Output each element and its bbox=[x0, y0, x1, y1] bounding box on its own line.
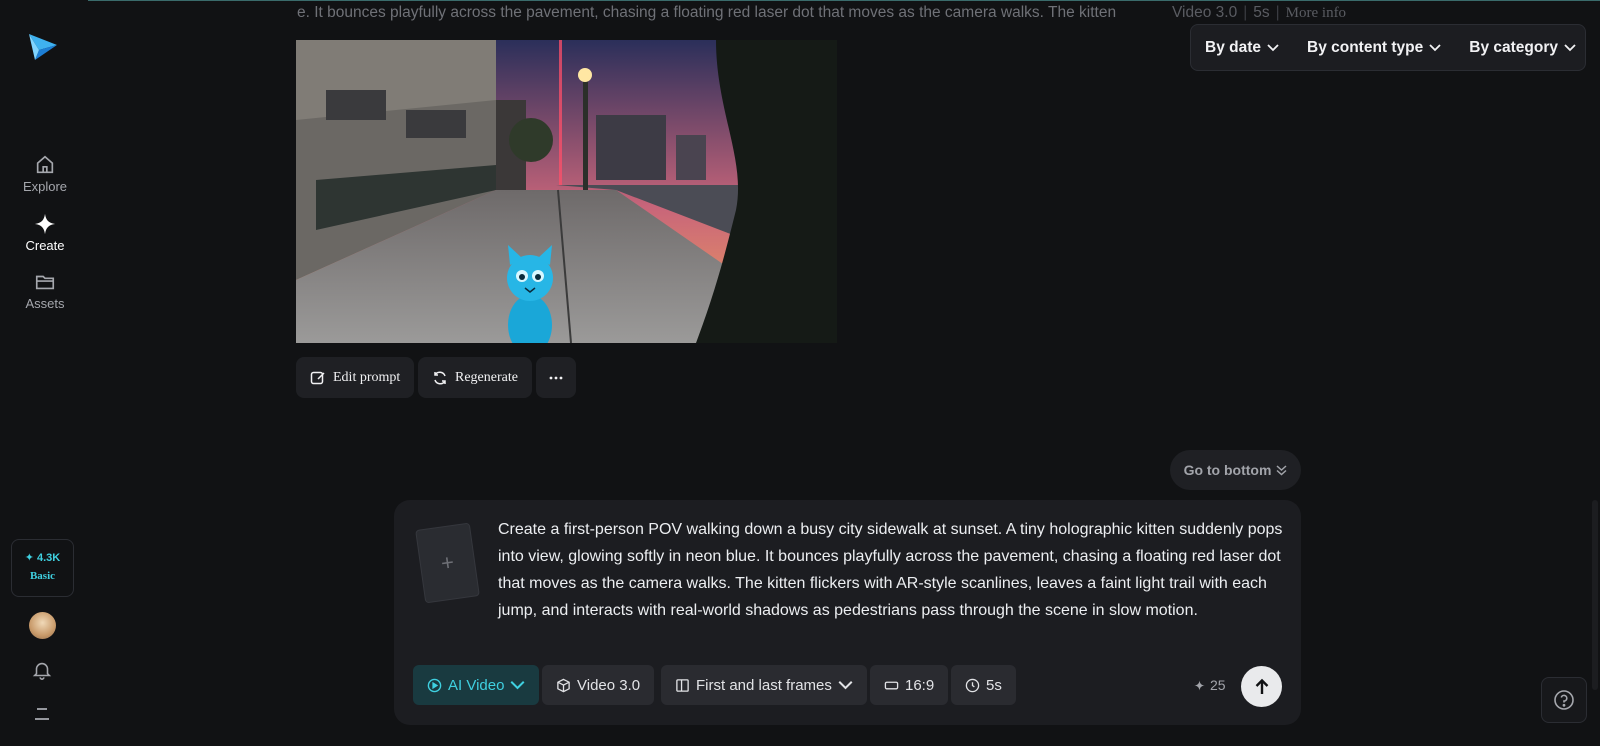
filter-by-content-type[interactable]: By content type bbox=[1293, 39, 1455, 57]
ellipsis-icon bbox=[549, 376, 563, 379]
sidebar-item-assets[interactable]: Assets bbox=[8, 271, 82, 311]
meta-duration: 5s bbox=[1253, 4, 1270, 21]
chevron-down-icon bbox=[1429, 43, 1441, 51]
cube-icon bbox=[557, 678, 570, 692]
refresh-icon bbox=[434, 370, 446, 385]
send-button[interactable] bbox=[1241, 666, 1282, 707]
aspect-ratio-label: 16:9 bbox=[905, 676, 935, 694]
upload-frame-button[interactable]: + bbox=[415, 522, 480, 604]
avatar[interactable] bbox=[29, 612, 56, 639]
model-select[interactable]: Video 3.0 bbox=[542, 665, 655, 705]
ai-video-icon bbox=[427, 678, 442, 692]
arrow-up-icon bbox=[1255, 678, 1268, 694]
filter-bar: By date By content type By category bbox=[1190, 24, 1586, 71]
model-label: Video 3.0 bbox=[577, 676, 641, 694]
credit-cost: 25 bbox=[1194, 677, 1226, 693]
previous-prompt-meta: Video 3.0 | 5s | More info bbox=[1172, 4, 1347, 21]
menu-icon[interactable] bbox=[33, 706, 53, 722]
duration-label: 5s bbox=[986, 676, 1002, 694]
filter-by-date[interactable]: By date bbox=[1191, 39, 1293, 57]
top-border bbox=[0, 0, 1600, 1]
chevron-down-icon bbox=[1267, 43, 1279, 51]
frames-label: First and last frames bbox=[696, 676, 832, 694]
sidebar-item-label: Create bbox=[25, 238, 65, 253]
help-button[interactable] bbox=[1541, 677, 1587, 723]
video-frame bbox=[296, 40, 837, 343]
sidebar: Explore Create Assets ✦ 4.3K Basic bbox=[0, 0, 88, 746]
aspect-ratio-icon bbox=[884, 681, 899, 689]
chevron-down-icon bbox=[838, 680, 853, 689]
sidebar-item-create[interactable]: Create bbox=[8, 213, 82, 253]
filter-label: By content type bbox=[1307, 38, 1424, 56]
sidebar-item-explore[interactable]: Explore bbox=[8, 154, 82, 194]
edit-icon bbox=[310, 371, 325, 384]
home-icon bbox=[36, 155, 54, 174]
go-to-bottom-label: Go to bottom bbox=[1183, 462, 1272, 478]
meta-model: Video 3.0 bbox=[1172, 4, 1238, 21]
previous-prompt-text: e. It bounces playfully across the pavem… bbox=[297, 4, 1117, 21]
sparkle-icon bbox=[1194, 679, 1205, 691]
regenerate-button[interactable]: Regenerate bbox=[418, 357, 532, 398]
credits-amount: ✦ 4.3K bbox=[24, 552, 61, 564]
double-chevron-down-icon bbox=[1276, 464, 1287, 476]
chevron-down-icon bbox=[1564, 43, 1576, 51]
duration-select[interactable]: 5s bbox=[951, 665, 1016, 705]
filter-label: By date bbox=[1205, 38, 1261, 56]
mode-label: AI Video bbox=[448, 676, 505, 694]
plus-icon: + bbox=[439, 549, 456, 576]
sparkle-icon bbox=[34, 213, 56, 235]
sidebar-item-label: Assets bbox=[25, 296, 65, 311]
aspect-ratio-select[interactable]: 16:9 bbox=[870, 665, 949, 705]
bell-icon[interactable] bbox=[31, 659, 53, 681]
scrollbar[interactable] bbox=[1592, 500, 1598, 690]
regenerate-label: Regenerate bbox=[455, 369, 518, 385]
filter-label: By category bbox=[1469, 38, 1558, 56]
sidebar-item-label: Explore bbox=[22, 179, 68, 194]
edit-prompt-label: Edit prompt bbox=[333, 369, 401, 385]
prompt-input[interactable]: Create a first-person POV walking down a… bbox=[498, 516, 1283, 624]
prompt-composer: + Create a first-person POV walking down… bbox=[394, 500, 1301, 725]
frames-select[interactable]: First and last frames bbox=[661, 665, 867, 705]
edit-prompt-button[interactable]: Edit prompt bbox=[296, 357, 415, 398]
hologram-kitten bbox=[507, 245, 553, 343]
chevron-down-icon bbox=[510, 680, 525, 689]
mode-select[interactable]: AI Video bbox=[413, 665, 540, 705]
folder-icon bbox=[35, 275, 55, 290]
filter-by-category[interactable]: By category bbox=[1455, 39, 1590, 57]
clock-icon bbox=[965, 678, 980, 692]
generated-video[interactable] bbox=[296, 40, 837, 343]
credits-badge[interactable]: ✦ 4.3K Basic bbox=[11, 539, 74, 597]
more-info-link[interactable]: More info bbox=[1286, 5, 1346, 21]
plan-label: Basic bbox=[29, 570, 56, 582]
credit-cost-value: 25 bbox=[1210, 677, 1226, 693]
paper-plane-logo[interactable] bbox=[27, 30, 59, 62]
more-actions-button[interactable] bbox=[536, 357, 576, 398]
frames-icon bbox=[676, 678, 689, 692]
go-to-bottom-button[interactable]: Go to bottom bbox=[1170, 450, 1301, 490]
help-icon bbox=[1554, 690, 1574, 710]
